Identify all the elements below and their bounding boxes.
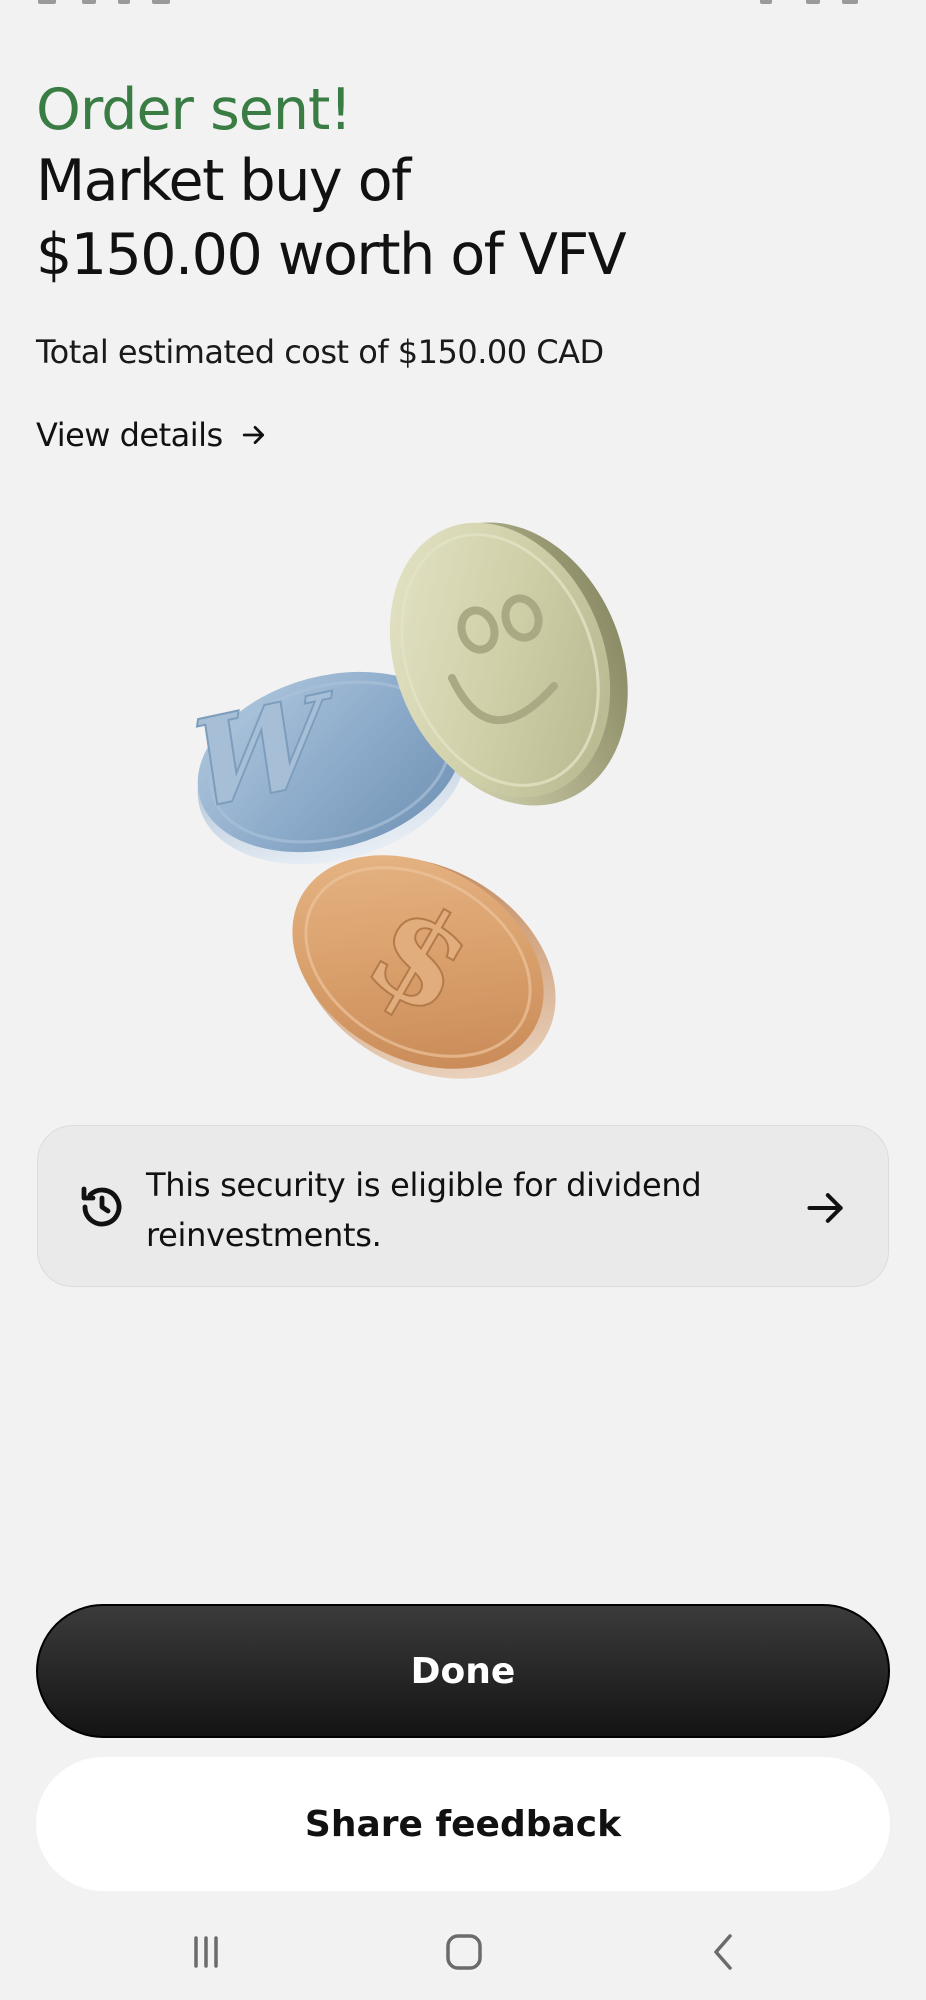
back-button[interactable] xyxy=(694,1928,754,1976)
coin-w-letter: W xyxy=(190,664,337,838)
view-details-label: View details xyxy=(36,416,223,454)
order-confirmation: Order sent! Market buy of $150.00 worth … xyxy=(36,76,890,454)
coins-illustration: W $ xyxy=(190,510,670,1090)
recents-icon xyxy=(194,1936,218,1968)
arrow-right-icon xyxy=(807,1193,843,1223)
title-line-1: Market buy of xyxy=(36,148,411,214)
share-feedback-button[interactable]: Share feedback xyxy=(36,1757,890,1891)
recents-button[interactable] xyxy=(176,1928,236,1976)
order-status: Order sent! xyxy=(36,77,352,143)
history-icon xyxy=(81,1186,122,1227)
status-icon xyxy=(806,0,820,4)
status-icon xyxy=(842,0,858,4)
dividend-reinvestment-text: This security is eligible for dividend r… xyxy=(146,1166,702,1254)
home-icon xyxy=(446,1934,482,1970)
total-cost: Total estimated cost of $150.00 CAD xyxy=(36,333,604,371)
done-button[interactable]: Done xyxy=(36,1604,890,1738)
arrow-right-icon xyxy=(242,426,264,444)
back-icon xyxy=(714,1934,732,1970)
status-bar xyxy=(0,0,926,8)
system-navigation-bar xyxy=(0,1900,926,2000)
view-details-link[interactable]: View details xyxy=(36,416,267,454)
status-icon xyxy=(38,0,56,4)
status-icon xyxy=(118,0,130,4)
home-button[interactable] xyxy=(434,1928,494,1976)
page-title: Market buy of $150.00 worth of VFV xyxy=(36,144,890,292)
dividend-reinvestment-card[interactable]: This security is eligible for dividend r… xyxy=(37,1125,889,1287)
status-icon xyxy=(82,0,96,4)
status-icon xyxy=(152,0,170,4)
title-line-2: $150.00 worth of VFV xyxy=(36,222,627,288)
status-icon xyxy=(760,0,772,4)
